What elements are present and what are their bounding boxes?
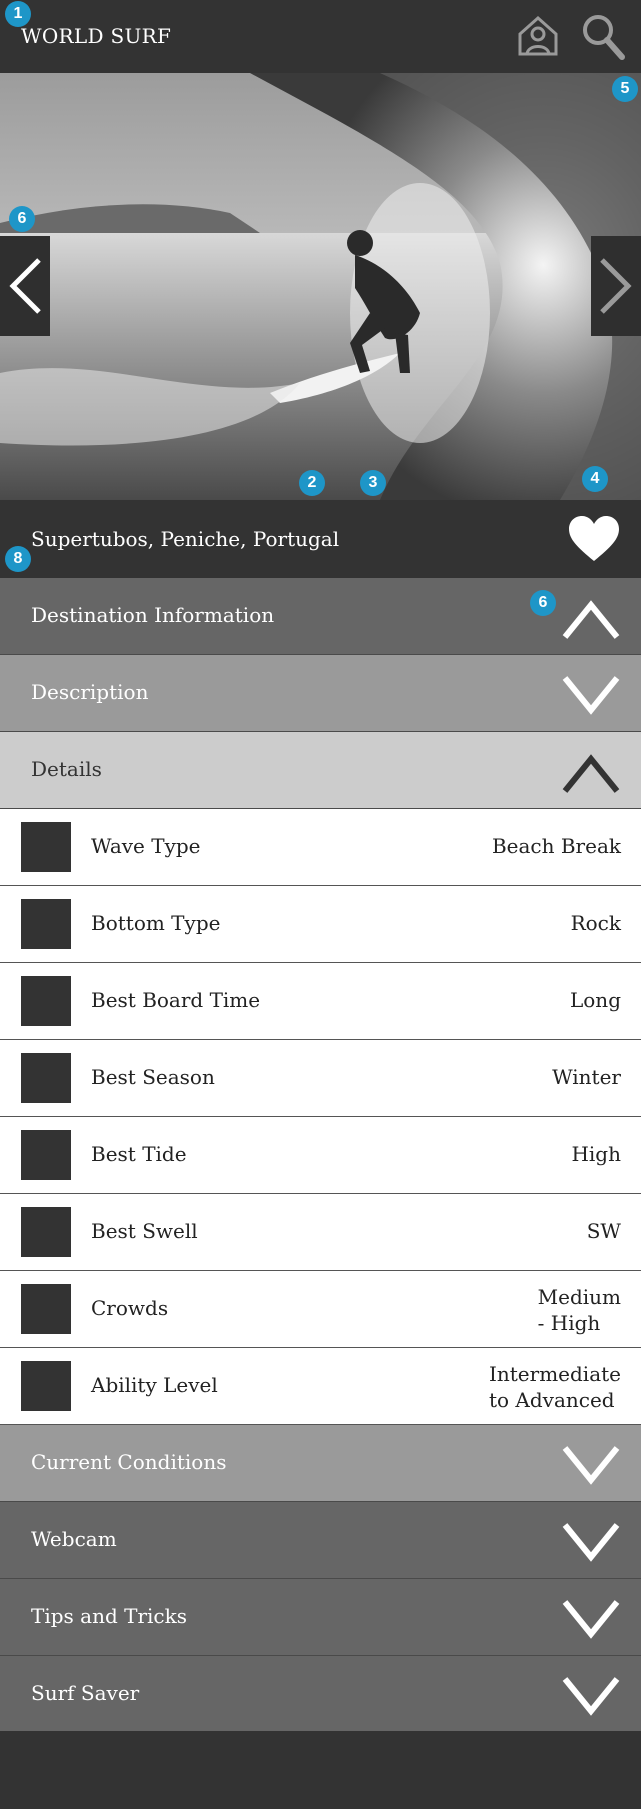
detail-icon-placeholder <box>21 1207 71 1257</box>
annotation-badge: 6 <box>9 206 35 232</box>
annotation-badge: 5 <box>612 76 638 102</box>
annotation-badge: 4 <box>582 466 608 492</box>
section-label: Surf Saver <box>31 1681 140 1705</box>
chevron-left-icon <box>9 258 41 314</box>
section-webcam[interactable]: Webcam <box>0 1502 641 1579</box>
detail-icon-placeholder <box>21 976 71 1026</box>
detail-icon-placeholder <box>21 1130 71 1180</box>
detail-icon-placeholder <box>21 1361 71 1411</box>
detail-value: Winter <box>552 1065 621 1089</box>
section-description[interactable]: Description <box>0 655 641 732</box>
detail-label: Wave Type <box>91 834 201 858</box>
chevron-right-icon <box>600 258 632 314</box>
top-app-bar: WORLD SURF <box>0 0 641 73</box>
detail-label: Best Board Time <box>91 988 261 1012</box>
chevron-up-icon <box>561 597 621 645</box>
detail-label: Crowds <box>91 1296 169 1320</box>
chevron-down-icon <box>561 1675 621 1723</box>
detail-row-wave-type: Wave Type Beach Break <box>0 809 641 886</box>
home-user-icon[interactable] <box>516 12 560 62</box>
detail-value: SW <box>586 1219 621 1243</box>
location-bar: Supertubos, Peniche, Portugal <box>0 500 641 578</box>
section-label: Webcam <box>31 1527 117 1551</box>
detail-row-best-board-time: Best Board Time Long <box>0 963 641 1040</box>
detail-row-bottom-type: Bottom Type Rock <box>0 886 641 963</box>
detail-row-best-season: Best Season Winter <box>0 1040 641 1117</box>
detail-value: Beach Break <box>491 834 621 858</box>
detail-label: Best Season <box>91 1065 215 1089</box>
section-label: Details <box>31 757 102 781</box>
chevron-up-icon <box>561 751 621 799</box>
detail-value: Rock <box>570 911 621 935</box>
detail-label: Bottom Type <box>91 911 221 935</box>
footer-bar <box>0 1731 641 1809</box>
annotation-badge: 3 <box>360 470 386 496</box>
section-details[interactable]: Details <box>0 732 641 809</box>
detail-value: High <box>571 1142 621 1166</box>
next-slide-button[interactable] <box>591 236 641 336</box>
detail-icon-placeholder <box>21 822 71 872</box>
location-name: Supertubos, Peniche, Portugal <box>31 527 340 551</box>
annotation-badge: 2 <box>299 470 325 496</box>
section-surf-saver[interactable]: Surf Saver <box>0 1656 641 1733</box>
detail-value-line: to Advanced <box>488 1388 615 1412</box>
chevron-down-icon <box>561 1521 621 1569</box>
detail-value-line: Medium <box>537 1285 621 1309</box>
detail-value-line: Intermediate <box>488 1362 621 1386</box>
section-label: Destination Information <box>31 603 275 627</box>
section-label: Tips and Tricks <box>31 1604 188 1628</box>
annotation-badge: 1 <box>5 1 31 27</box>
detail-value-line: - High <box>537 1311 601 1335</box>
heart-icon[interactable] <box>567 515 621 567</box>
detail-row-crowds: Crowds Medium - High <box>0 1271 641 1348</box>
detail-row-best-tide: Best Tide High <box>0 1117 641 1194</box>
chevron-down-icon <box>561 674 621 722</box>
detail-label: Ability Level <box>91 1373 218 1397</box>
detail-value: Intermediate to Advanced <box>489 1361 621 1413</box>
app-title: WORLD SURF <box>21 24 172 48</box>
section-tips-and-tricks[interactable]: Tips and Tricks <box>0 1579 641 1656</box>
detail-value: Long <box>569 988 621 1012</box>
chevron-down-icon <box>561 1444 621 1492</box>
section-current-conditions[interactable]: Current Conditions <box>0 1425 641 1502</box>
detail-label: Best Swell <box>91 1219 198 1243</box>
section-label: Description <box>31 680 149 704</box>
chevron-down-icon <box>561 1598 621 1646</box>
detail-icon-placeholder <box>21 1284 71 1334</box>
section-label: Current Conditions <box>31 1450 227 1474</box>
surf-photo <box>0 73 641 500</box>
annotation-badge: 6 <box>530 590 556 616</box>
detail-value: Medium - High <box>538 1284 621 1336</box>
hero-carousel[interactable] <box>0 73 641 500</box>
prev-slide-button[interactable] <box>0 236 50 336</box>
detail-icon-placeholder <box>21 899 71 949</box>
detail-row-best-swell: Best Swell SW <box>0 1194 641 1271</box>
detail-icon-placeholder <box>21 1053 71 1103</box>
detail-label: Best Tide <box>91 1142 187 1166</box>
search-icon[interactable] <box>580 12 626 66</box>
annotation-badge: 8 <box>5 546 31 572</box>
detail-row-ability-level: Ability Level Intermediate to Advanced <box>0 1348 641 1425</box>
